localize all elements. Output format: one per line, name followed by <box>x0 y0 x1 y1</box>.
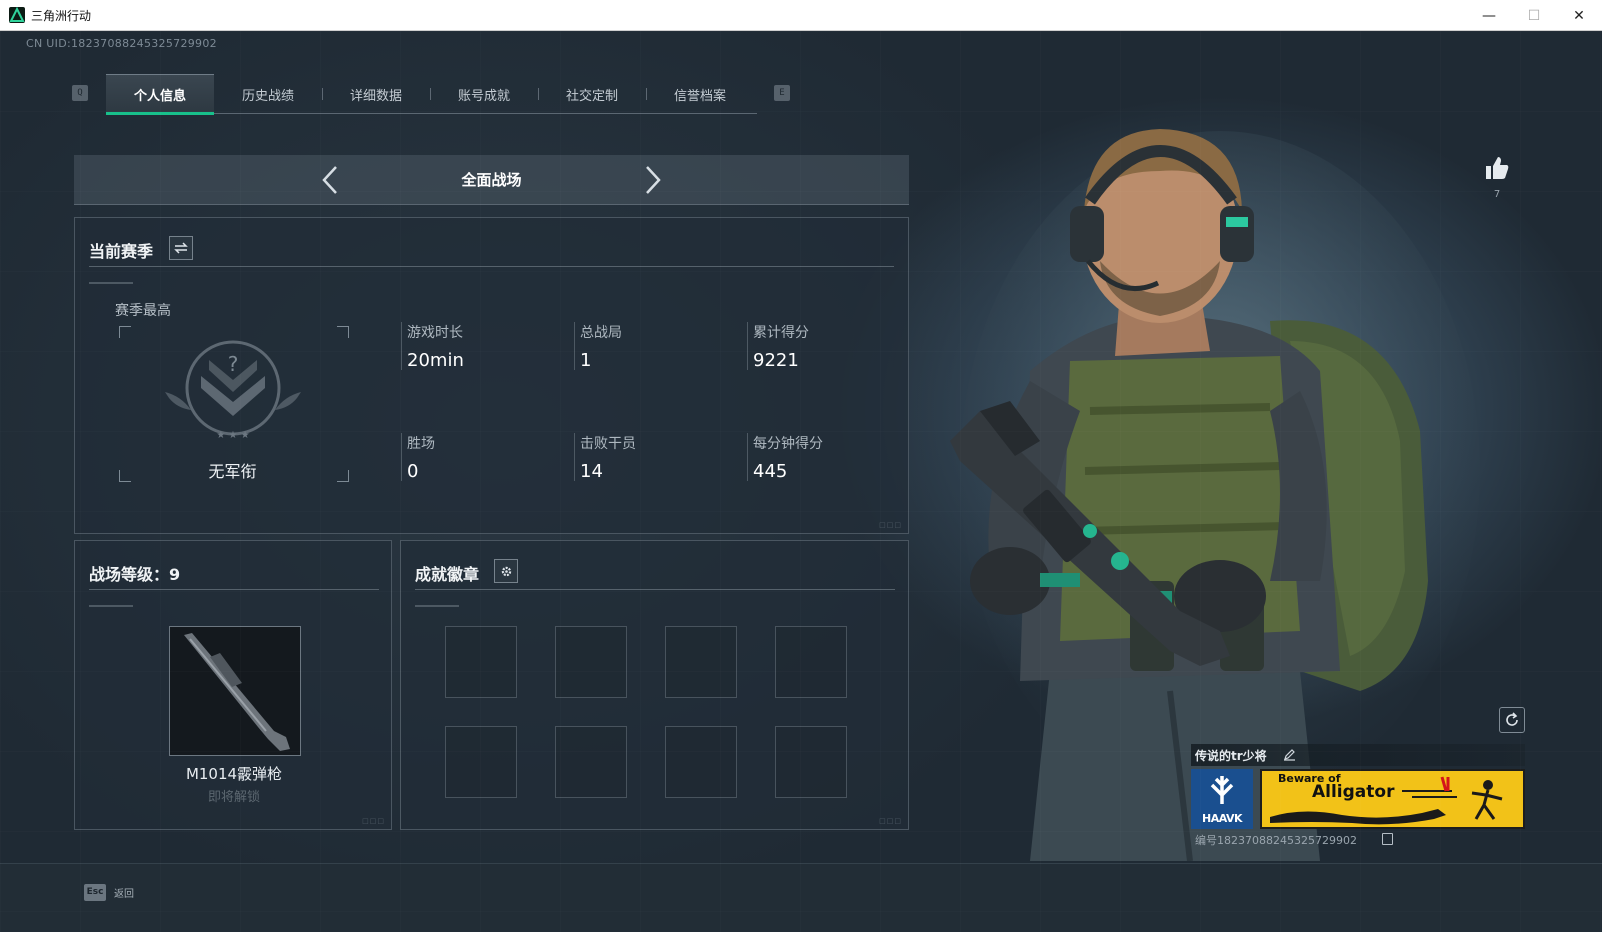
panel-divider <box>89 266 894 267</box>
badge-slot[interactable] <box>445 626 517 698</box>
next-tab-key-hint[interactable]: E <box>774 85 790 101</box>
stat-total-matches: 总战局 1 <box>574 322 724 371</box>
refresh-icon <box>1506 712 1518 726</box>
level-panel-title: 战场等级：9 <box>89 565 181 584</box>
mode-label: 全面战场 <box>461 171 522 189</box>
current-season-panel: 当前赛季 赛季最高 ? ★ ★ ★ 无军衔 游戏时长 20min 总战局 1 累… <box>74 217 909 534</box>
frame-corner <box>337 326 349 338</box>
weapon-name: M1014霰弹枪 <box>185 765 283 783</box>
stat-label: 胜场 <box>407 436 435 452</box>
thumbs-up-icon <box>1486 157 1509 179</box>
stat-total-score: 累计得分 9221 <box>747 322 897 371</box>
window-titlebar: 三角洲行动 — ☐ ✕ <box>0 0 1602 31</box>
stat-value: 0 <box>407 461 419 482</box>
panel-corner-dots: □□□ <box>879 521 902 529</box>
mode-selector: 全面战场 <box>74 155 909 205</box>
minimize-button[interactable]: — <box>1466 0 1512 31</box>
badge-slot[interactable] <box>775 626 847 698</box>
alligator-illustration-icon <box>1270 776 1503 825</box>
stat-value: 20min <box>407 350 464 371</box>
card-serial-number: 编号18237088245325729902 <box>1195 834 1357 847</box>
team-logo: HAAVK <box>1191 769 1253 829</box>
like-button[interactable]: 7 <box>1482 155 1512 200</box>
rank-name: 无军衔 <box>208 462 257 481</box>
gear-icon <box>501 566 511 576</box>
panel-corner-dots: □□□ <box>879 817 902 825</box>
stat-value: 14 <box>580 461 603 482</box>
season-best-label: 赛季最高 <box>115 303 171 319</box>
esc-key-hint[interactable]: Esc <box>84 884 106 901</box>
badge-slot[interactable] <box>555 626 627 698</box>
name-card-banner[interactable]: Beware of Alligator <box>1260 769 1525 829</box>
app-logo-icon <box>9 7 25 23</box>
tab-history[interactable]: 历史战绩 <box>214 74 322 114</box>
next-mode-arrow-icon[interactable] <box>635 163 669 197</box>
team-emblem-icon <box>1210 776 1234 804</box>
season-panel-title: 当前赛季 <box>89 242 154 261</box>
edit-pencil-icon[interactable] <box>1283 748 1296 761</box>
stat-label: 每分钟得分 <box>753 436 823 452</box>
back-label[interactable]: 返回 <box>114 885 134 900</box>
game-screen: CN UID:18237088245325729902 Q 个人信息 历史战绩 … <box>0 31 1602 932</box>
rank-emblem-icon: ? ★ ★ ★ <box>165 340 301 441</box>
battlefield-level-panel: 战场等级：9 M1014霰弹枪 即将解锁 □□□ <box>74 540 392 830</box>
bottom-bar: Esc 返回 <box>0 863 1602 932</box>
panel-corner-dots: □□□ <box>362 817 385 825</box>
main-tabs: 个人信息 历史战绩 详细数据 账号成就 社交定制 信誉档案 <box>106 74 757 115</box>
name-card-header: 传说的tr少将 <box>1191 744 1525 766</box>
switch-season-button[interactable] <box>169 236 193 260</box>
window-title: 三角洲行动 <box>31 9 92 23</box>
weapon-unlock-slot[interactable] <box>169 626 301 756</box>
tab-credit-record[interactable]: 信誉档案 <box>646 74 754 114</box>
stat-value: 445 <box>753 461 788 482</box>
stat-wins: 胜场 0 <box>401 433 551 482</box>
badge-settings-button[interactable] <box>494 559 518 583</box>
team-logo-text: HAAVK <box>1201 812 1243 825</box>
tab-social-custom[interactable]: 社交定制 <box>538 74 646 114</box>
player-uid: CN UID:18237088245325729902 <box>26 37 217 50</box>
tab-achievements[interactable]: 账号成就 <box>430 74 538 114</box>
swap-icon <box>174 242 188 254</box>
stat-value: 1 <box>580 350 592 371</box>
stat-label: 累计得分 <box>753 325 809 341</box>
badge-slot[interactable] <box>665 626 737 698</box>
badges-panel-title: 成就徽章 <box>415 565 480 584</box>
tab-personal-info[interactable]: 个人信息 <box>106 74 214 115</box>
badge-slot[interactable] <box>445 726 517 798</box>
panel-tick-mark <box>89 605 133 607</box>
stat-play-time: 游戏时长 20min <box>401 322 551 371</box>
tab-detailed-data[interactable]: 详细数据 <box>322 74 430 114</box>
maximize-button[interactable]: ☐ <box>1511 0 1557 31</box>
panel-tick-mark <box>415 605 459 607</box>
stat-label: 击败干员 <box>580 436 636 452</box>
panel-divider <box>89 589 379 590</box>
weapon-unlock-status: 即将解锁 <box>207 790 260 805</box>
shotgun-icon <box>184 633 290 751</box>
like-count: 7 <box>1493 189 1501 200</box>
badge-slot[interactable] <box>555 726 627 798</box>
panel-tick-mark <box>89 282 133 284</box>
stat-label: 游戏时长 <box>407 325 463 341</box>
panel-divider <box>415 589 895 590</box>
stat-score-per-minute: 每分钟得分 445 <box>747 433 897 482</box>
stat-kills: 击败干员 14 <box>574 433 724 482</box>
player-card-name: 传说的tr少将 <box>1195 749 1267 763</box>
stat-label: 总战局 <box>580 325 622 341</box>
achievement-badges-panel: 成就徽章 □□□ <box>400 540 909 830</box>
stat-value: 9221 <box>753 350 799 371</box>
copy-icon[interactable] <box>1382 833 1393 845</box>
rotate-model-button[interactable] <box>1499 707 1525 733</box>
close-button[interactable]: ✕ <box>1556 0 1602 31</box>
svg-text:★ ★ ★: ★ ★ ★ <box>216 430 249 441</box>
badge-slot[interactable] <box>665 726 737 798</box>
prev-tab-key-hint[interactable]: Q <box>72 85 88 101</box>
frame-corner <box>119 326 131 338</box>
badge-slot[interactable] <box>775 726 847 798</box>
svg-text:?: ? <box>228 352 239 376</box>
